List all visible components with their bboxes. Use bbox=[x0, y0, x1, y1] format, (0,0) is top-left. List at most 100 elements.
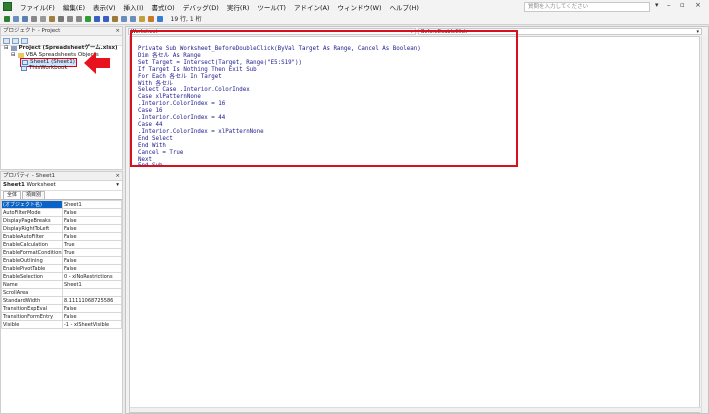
horizontal-scrollbar[interactable] bbox=[130, 407, 701, 412]
property-value[interactable]: False bbox=[62, 232, 122, 241]
vertical-scrollbar[interactable] bbox=[701, 36, 708, 413]
property-key: DisplayRightToLeft bbox=[1, 224, 63, 233]
pane-close-icon[interactable]: × bbox=[115, 172, 122, 180]
toggle-folders-icon[interactable] bbox=[21, 37, 28, 44]
property-row[interactable]: AutoFilterMode False bbox=[1, 208, 122, 217]
properties-pane: プロパティ - Sheet1 × Sheet1 Worksheet ▾ 全体 項… bbox=[0, 171, 123, 414]
project-explorer-icon[interactable] bbox=[121, 15, 127, 22]
property-value[interactable]: Sheet1 bbox=[62, 200, 122, 209]
menu-addins[interactable]: アドイン(A) bbox=[290, 2, 334, 12]
property-value[interactable]: 0 - xlNoRestrictions bbox=[62, 272, 122, 281]
help-search-input[interactable]: 質問を入力してください bbox=[524, 2, 650, 12]
tab-categorized[interactable]: 項目別 bbox=[22, 191, 46, 199]
properties-icon[interactable] bbox=[130, 15, 136, 22]
pause-icon[interactable] bbox=[94, 15, 100, 22]
find-icon[interactable] bbox=[58, 15, 64, 22]
property-row[interactable]: (オブジェクト名) Sheet1 bbox=[1, 200, 122, 209]
code-line: End Select bbox=[138, 135, 173, 142]
menu-window[interactable]: ウィンドウ(W) bbox=[333, 2, 385, 12]
code-line: For Each 各セル In Target bbox=[138, 73, 222, 80]
help-icon[interactable] bbox=[157, 15, 163, 22]
property-key: EnablePivotTable bbox=[1, 264, 63, 273]
property-row[interactable]: EnableFormatConditionsCalculationTrue bbox=[1, 248, 122, 257]
code-line: Select Case .Interior.ColorIndex bbox=[138, 87, 250, 94]
pane-close-icon[interactable]: × bbox=[115, 27, 122, 35]
property-value[interactable]: True bbox=[62, 248, 122, 257]
properties-pane-title-text: プロパティ - Sheet1 bbox=[3, 173, 56, 179]
tab-alphabetic[interactable]: 全体 bbox=[3, 191, 22, 199]
save-icon[interactable] bbox=[22, 15, 28, 22]
menu-tools[interactable]: ツール(T) bbox=[253, 2, 290, 12]
property-value[interactable]: False bbox=[62, 312, 122, 321]
property-value[interactable]: 8.11111068725586 bbox=[62, 296, 122, 305]
menu-debug[interactable]: デバッグ(D) bbox=[179, 2, 223, 12]
chevron-down-icon[interactable]: ▾ bbox=[696, 29, 699, 35]
tree-item-thisworkbook[interactable]: ThisWorkbook bbox=[21, 65, 68, 72]
procedure-combo[interactable]: BeforeDoubleClick ▾ bbox=[418, 27, 702, 35]
property-value[interactable]: -1 - xlSheetVisible bbox=[62, 320, 122, 329]
property-value[interactable]: False bbox=[62, 256, 122, 265]
view-code-icon[interactable] bbox=[3, 37, 10, 44]
view-excel-icon[interactable] bbox=[4, 15, 10, 22]
excel-app-icon[interactable] bbox=[3, 2, 12, 11]
property-value[interactable]: False bbox=[62, 224, 122, 233]
property-value[interactable]: False bbox=[62, 216, 122, 225]
property-row[interactable]: Name Sheet1 bbox=[1, 280, 122, 289]
menu-view[interactable]: 表示(V) bbox=[89, 2, 120, 12]
cut-icon[interactable] bbox=[31, 15, 37, 22]
property-row[interactable]: EnableSelection 0 - xlNoRestrictions bbox=[1, 272, 122, 281]
property-row[interactable]: DisplayRightToLeft False bbox=[1, 224, 122, 233]
code-line: Cancel = True bbox=[138, 149, 184, 156]
property-key: DisplayPageBreaks bbox=[1, 216, 63, 225]
property-key: TransitionExpEval bbox=[1, 304, 63, 313]
property-value[interactable]: Sheet1 bbox=[62, 280, 122, 289]
property-value[interactable]: False bbox=[62, 208, 122, 217]
object-combo[interactable]: Worksheet ▾ bbox=[128, 27, 416, 35]
insert-module-icon[interactable] bbox=[13, 15, 19, 22]
menu-run[interactable]: 実行(R) bbox=[223, 2, 254, 12]
menu-edit[interactable]: 編集(E) bbox=[59, 2, 89, 12]
object-selector[interactable]: Sheet1 Worksheet ▾ bbox=[1, 181, 122, 191]
chevron-down-icon[interactable]: ▾ bbox=[116, 181, 122, 190]
paste-icon[interactable] bbox=[49, 15, 55, 22]
restore-icon[interactable]: ▫ bbox=[680, 1, 685, 9]
menu-help[interactable]: ヘルプ(H) bbox=[385, 2, 422, 12]
property-row[interactable]: StandardWidth 8.11111068725586 bbox=[1, 296, 122, 305]
object-browser-icon[interactable] bbox=[139, 15, 145, 22]
property-row[interactable]: ScrollArea bbox=[1, 288, 122, 297]
design-mode-icon[interactable] bbox=[112, 15, 118, 22]
reset-icon[interactable] bbox=[103, 15, 109, 22]
menu-format[interactable]: 書式(O) bbox=[148, 2, 179, 12]
property-key: EnableCalculation bbox=[1, 240, 63, 249]
property-row[interactable]: DisplayPageBreaks False bbox=[1, 216, 122, 225]
property-row[interactable]: EnableAutoFilter False bbox=[1, 232, 122, 241]
property-row[interactable]: TransitionFormEntry False bbox=[1, 312, 122, 321]
property-value[interactable]: False bbox=[62, 304, 122, 313]
property-key: ScrollArea bbox=[1, 288, 63, 297]
code-editor[interactable]: Private Sub Worksheet_BeforeDoubleClick(… bbox=[129, 36, 701, 413]
collapse-icon[interactable]: ⊟ bbox=[11, 52, 16, 59]
property-value[interactable]: True bbox=[62, 240, 122, 249]
collapse-icon[interactable]: ⊟ bbox=[4, 45, 9, 52]
property-value[interactable] bbox=[62, 288, 122, 297]
close-icon[interactable]: × bbox=[695, 1, 701, 9]
property-row[interactable]: Visible -1 - xlSheetVisible bbox=[1, 320, 122, 329]
chevron-down-icon[interactable]: ▾ bbox=[410, 29, 413, 35]
menu-file[interactable]: ファイル(F) bbox=[16, 2, 59, 12]
property-key: EnableOutlining bbox=[1, 256, 63, 265]
minimize-icon[interactable]: – bbox=[667, 1, 671, 9]
copy-icon[interactable] bbox=[40, 15, 46, 22]
property-row[interactable]: TransitionExpEval False bbox=[1, 304, 122, 313]
vba-project-icon bbox=[10, 46, 17, 51]
property-value[interactable]: False bbox=[62, 264, 122, 273]
property-row[interactable]: EnablePivotTable False bbox=[1, 264, 122, 273]
toolbox-icon[interactable] bbox=[148, 15, 154, 22]
dropdown-icon[interactable]: ▾ bbox=[655, 1, 659, 9]
property-row[interactable]: EnableCalculation True bbox=[1, 240, 122, 249]
undo-icon[interactable] bbox=[67, 15, 73, 22]
run-icon[interactable] bbox=[85, 15, 91, 22]
view-object-icon[interactable] bbox=[12, 37, 19, 44]
property-row[interactable]: EnableOutlining False bbox=[1, 256, 122, 265]
menu-insert[interactable]: 挿入(I) bbox=[120, 2, 148, 12]
redo-icon[interactable] bbox=[76, 15, 82, 22]
